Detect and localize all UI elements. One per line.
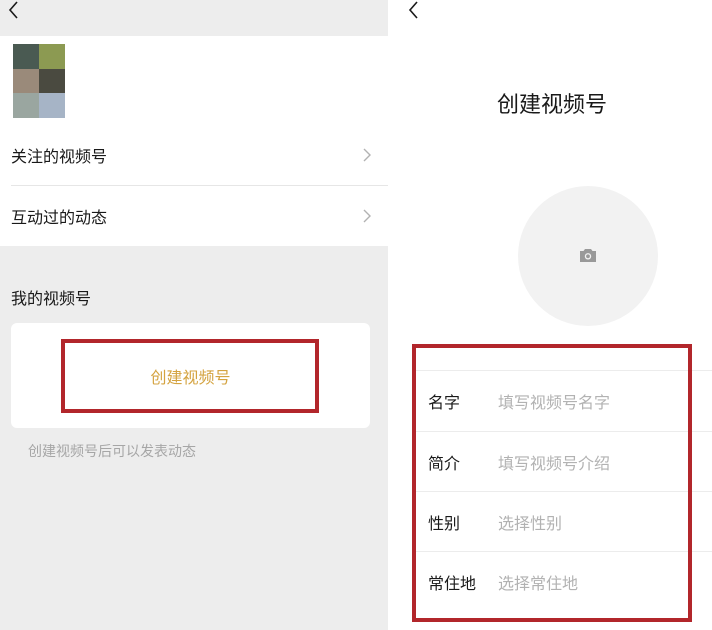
right-screen: 创建视频号 名字 填写视频号名字 简介 填写视频号介绍 性别 选择性别 常住地 …: [392, 0, 712, 630]
menu-item-label: 互动过的动态: [11, 208, 108, 227]
avatar-tile: [13, 44, 39, 69]
highlight-box: [412, 344, 692, 622]
avatar-tile: [13, 93, 39, 118]
left-screen: 关注的视频号 互动过的动态 我的视频号 创建视频号 创建视频号后可以发表动态: [0, 0, 388, 630]
highlight-box: [61, 339, 319, 413]
section-title: 我的视频号: [11, 289, 92, 308]
hint-text: 创建视频号后可以发表动态: [28, 444, 196, 460]
avatar-tile: [13, 68, 39, 94]
menu-item-interacted-posts[interactable]: 互动过的动态: [0, 186, 388, 246]
profile-section: 关注的视频号 互动过的动态: [0, 36, 388, 246]
camera-icon: [579, 247, 597, 263]
menu-item-label: 关注的视频号: [11, 147, 108, 166]
avatar-upload[interactable]: [518, 186, 658, 326]
profile-avatar[interactable]: [13, 44, 65, 118]
chevron-right-icon: [362, 208, 372, 224]
back-icon[interactable]: [6, 0, 22, 20]
back-icon[interactable]: [406, 0, 422, 20]
avatar-tile: [39, 68, 65, 94]
page-title: 创建视频号: [496, 93, 607, 118]
left-top-bar: [0, 0, 388, 36]
avatar-tile: [39, 93, 65, 118]
menu-item-followed-channels[interactable]: 关注的视频号: [0, 125, 388, 185]
chevron-right-icon: [362, 147, 372, 163]
avatar-tile: [39, 44, 65, 69]
